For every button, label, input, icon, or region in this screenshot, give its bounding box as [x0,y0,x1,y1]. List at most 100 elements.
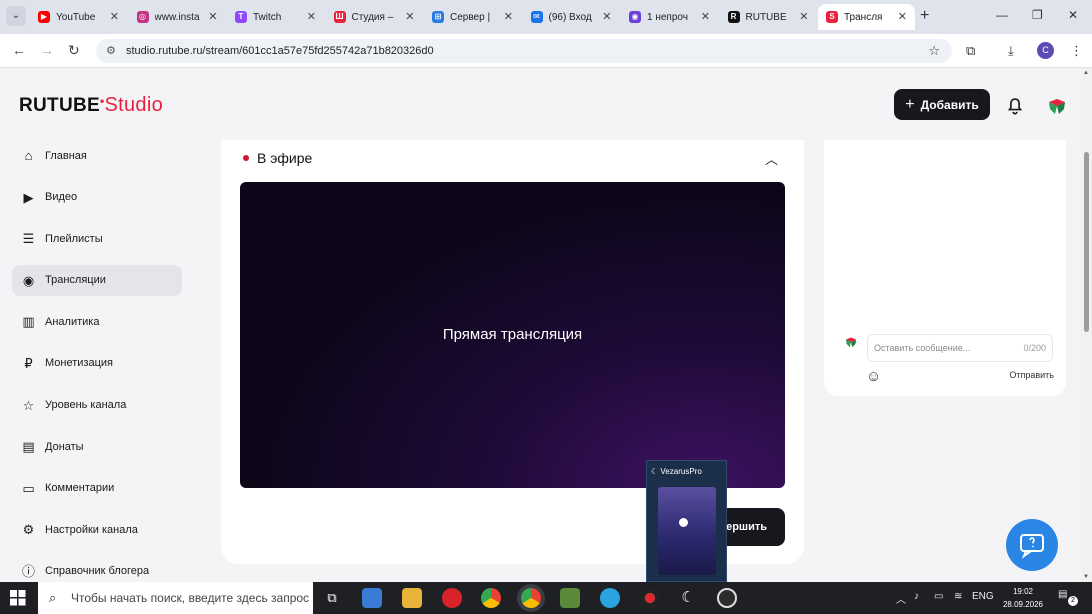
minecraft-icon[interactable] [560,588,580,608]
user-avatar-icon[interactable] [1046,95,1068,117]
site-settings-icon[interactable]: ⚙ [106,39,116,63]
tab-close-icon[interactable]: ✕ [110,10,119,23]
browser-profile-avatar[interactable]: C [1037,42,1054,59]
reload-icon[interactable]: ↻ [68,42,80,59]
taskbar-window-preview[interactable]: ☾ VezarusPro [646,460,727,582]
add-button[interactable]: + Добавить [894,89,990,120]
browser-tab[interactable]: ⊞ Сервер | ✕ [424,4,521,30]
notifications-bell-icon[interactable] [1004,94,1026,116]
forward-arrow-icon[interactable]: → [40,42,54,58]
browser-menu-icon[interactable]: ⋮ [1070,43,1083,59]
search-icon: ⌕ [49,590,57,605]
tab-close-icon[interactable]: ✕ [898,10,907,23]
file-explorer-icon[interactable] [402,588,422,608]
bookmark-star-icon[interactable]: ☆ [928,39,940,63]
stream-player[interactable]: Прямая трансляция [240,182,785,488]
page-viewport: RUTUBE•Studio + Добавить ⌂ Главная ▶ Видео ☰… [0,68,1092,582]
sidebar-item[interactable]: ▥ Аналитика [12,306,182,337]
address-toolbar: ← → ↻ ⚙ studio.rutube.ru/stream/601cc1a5… [0,34,1092,68]
browser-tab[interactable]: ✉ (96) Вход ✕ [523,4,620,30]
tab-close-icon[interactable]: ✕ [504,10,513,23]
tray-expand-chevron-icon[interactable]: ︿ [896,591,906,606]
chrome-active-icon[interactable] [521,588,541,608]
tray-wifi-icon[interactable]: ≋ [954,591,962,602]
close-window-icon[interactable]: ✕ [1068,8,1078,22]
monetization-icon: ₽ [24,355,33,371]
windows-taskbar: ⌕ Чтобы начать поиск, введите здесь запр… [0,582,1092,614]
windows-start-icon[interactable] [10,590,26,606]
minimize-icon[interactable]: — [996,8,1008,22]
tray-volume-icon[interactable]: ♪ [914,591,919,602]
live-status-label: В эфире [257,150,313,166]
rutube-studio-logo[interactable]: RUTUBE•Studio [19,94,163,117]
page-scrollbar[interactable]: ▲ ▼ [1081,68,1092,582]
logo-text: RUTUBE [19,95,100,116]
settings-icon: ⚙ [22,522,35,538]
sidebar-item[interactable]: ☰ Плейлисты [12,223,182,254]
collapse-chevron-up-icon[interactable]: ︿ [765,149,778,168]
chat-message-input[interactable]: Оставить сообщение... 0/200 [867,334,1053,362]
tab-search-chevron-icon[interactable]: ⌄ [6,6,26,26]
sidebar-item[interactable]: ▤ Донаты [12,431,182,462]
browser-tab[interactable]: ◉ 1 непроч ✕ [621,4,718,30]
new-tab-plus-icon[interactable]: + [920,7,929,25]
emoji-icon[interactable]: ☺ [866,368,881,385]
send-message-button[interactable]: Отправить [1009,370,1054,380]
sidebar-item-label: Аналитика [45,315,100,328]
browser-tab[interactable]: R RUTUBE ✕ [720,4,817,30]
sidebar-item[interactable]: ⚙ Настройки канала [12,514,182,545]
tray-battery-icon[interactable]: ▭ [934,591,943,602]
tab-close-icon[interactable]: ✕ [307,10,316,23]
back-arrow-icon[interactable]: ← [12,42,26,58]
sidebar-item[interactable]: ⓘ Справочник блогера [12,556,182,582]
live-dot-icon [243,155,249,161]
video-icon: ▶ [23,189,34,205]
scrollbar-thumb[interactable] [1084,152,1089,332]
tab-label: YouTube [56,11,96,23]
sidebar-item[interactable]: ⌂ Главная [12,140,182,171]
scroll-down-arrow-icon[interactable]: ▼ [1083,574,1089,580]
notification-center-icon[interactable]: ▤ [1058,589,1067,600]
tab-close-icon[interactable]: ✕ [405,10,414,23]
tab-close-icon[interactable]: ✕ [602,10,611,23]
downloads-icon[interactable]: ⤓ [1008,43,1014,59]
taskbar-search-placeholder: Чтобы начать поиск, введите здесь запрос [71,591,310,605]
add-button-label: Добавить [920,97,979,112]
record-icon[interactable] [640,588,660,608]
broadcast-icon: ◉ [22,272,35,288]
scroll-up-arrow-icon[interactable]: ▲ [1083,70,1089,76]
tab-close-icon[interactable]: ✕ [799,10,808,23]
browser-tab[interactable]: T Twitch ✕ [227,4,324,30]
browser-tab[interactable]: ◎ www.insta ✕ [129,4,226,30]
clock-time: 19:02 [1012,587,1034,596]
obs-icon[interactable] [717,588,737,608]
maximize-icon[interactable]: ❐ [1032,8,1043,22]
sidebar-item[interactable]: ₽ Монетизация [12,348,182,379]
sidebar-item[interactable]: ◉ Трансляции [12,264,182,296]
sidebar-item[interactable]: ☆ Уровень канала [12,390,182,421]
tab-favicon-icon: ◎ [136,11,149,23]
telegram-icon[interactable] [600,588,620,608]
tab-label: Twitch [253,11,282,23]
tab-close-icon[interactable]: ✕ [701,10,710,23]
vezarus-icon[interactable]: ☾ [678,588,698,608]
task-view-icon[interactable]: ⧉ [322,588,342,608]
extensions-icon[interactable]: ⧉ [966,43,975,59]
tab-favicon-icon: ◉ [629,11,641,23]
sidebar-item[interactable]: ▶ Видео [12,182,182,213]
playlist-icon: ☰ [22,231,35,247]
browser-tab[interactable]: ▶ YouTube ✕ [30,4,127,30]
tab-close-icon[interactable]: ✕ [208,10,217,23]
tray-language[interactable]: ENG [972,591,994,602]
support-chat-button[interactable] [1006,519,1058,571]
browser-tab-strip: ⌄ ▶ YouTube ✕ ◎ www.insta ✕ T Twitch ✕ Ш Студия – ✕… [0,0,1092,34]
opera-icon[interactable] [442,588,462,608]
chrome-icon[interactable] [481,588,501,608]
taskbar-search-input[interactable]: ⌕ Чтобы начать поиск, введите здесь запр… [38,582,313,614]
store-icon[interactable] [362,588,382,608]
browser-tab[interactable]: S Трансля ✕ [818,4,915,30]
browser-tab[interactable]: Ш Студия – ✕ [326,4,423,30]
taskbar-clock[interactable]: 19:02 28.09.2026 [1000,585,1046,611]
sidebar-item[interactable]: ▭ Комментарии [12,473,182,504]
url-field[interactable]: ⚙ studio.rutube.ru/stream/601cc1a57e75fd… [96,39,952,63]
